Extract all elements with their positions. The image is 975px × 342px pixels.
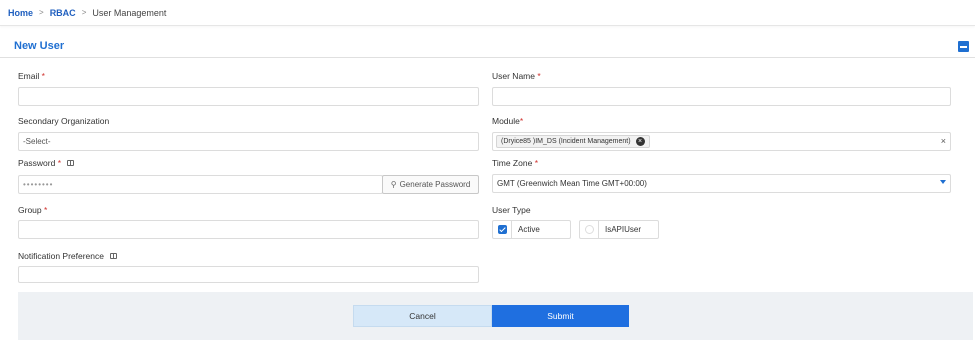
unchecked-circle-icon xyxy=(584,225,594,234)
new-user-page: Home > RBAC > User Management New User E… xyxy=(0,0,975,342)
checkbox-area[interactable] xyxy=(580,221,599,238)
page-title: New User xyxy=(14,40,65,52)
secondary-org-label: Secondary Organization xyxy=(18,116,109,126)
username-label-text: User Name xyxy=(492,71,535,81)
timezone-label: Time Zone * xyxy=(492,158,538,168)
isapiuser-label: IsAPIUser xyxy=(605,225,642,234)
breadcrumb-current: User Management xyxy=(92,7,167,18)
chevron-down-icon xyxy=(940,180,946,184)
required-marker: * xyxy=(534,158,538,168)
timezone-label-text: Time Zone xyxy=(492,158,533,168)
collapse-button[interactable] xyxy=(958,41,969,52)
password-label: Password * xyxy=(18,158,75,168)
minus-icon xyxy=(960,45,967,48)
notification-label: Notification Preference xyxy=(18,251,118,261)
generate-password-label: Generate Password xyxy=(399,180,471,189)
timezone-value: GMT (Greenwich Mean Time GMT+00:00) xyxy=(497,179,647,188)
required-marker: * xyxy=(44,205,48,215)
group-label: Group * xyxy=(18,205,47,215)
module-chip: (Dryice85 )IM_DS (Incident Management) × xyxy=(496,135,650,148)
required-marker: * xyxy=(57,158,62,168)
checkmark-icon xyxy=(497,225,507,234)
section-header: New User xyxy=(0,36,975,58)
notification-preference-field[interactable] xyxy=(18,266,479,283)
breadcrumb-rbac-link[interactable]: RBAC xyxy=(50,8,76,18)
username-field[interactable] xyxy=(492,87,951,106)
email-field[interactable] xyxy=(18,87,479,106)
user-type-label-text: User Type xyxy=(492,205,531,215)
username-label: User Name * xyxy=(492,71,541,81)
password-field[interactable]: •••••••• xyxy=(18,175,383,194)
info-icon[interactable] xyxy=(67,160,75,166)
module-multiselect[interactable]: (Dryice85 )IM_DS (Incident Management) ×… xyxy=(492,132,951,151)
key-icon: ⚲ xyxy=(390,180,397,189)
group-field[interactable] xyxy=(18,220,479,239)
active-checkbox[interactable]: Active xyxy=(492,220,571,239)
required-marker: * xyxy=(537,71,541,81)
clear-icon[interactable]: × xyxy=(941,136,946,146)
secondary-org-select[interactable]: -Select- xyxy=(18,132,479,151)
breadcrumb-home-link[interactable]: Home xyxy=(8,8,33,18)
generate-password-button[interactable]: ⚲ Generate Password xyxy=(382,175,479,194)
breadcrumb: Home > RBAC > User Management xyxy=(0,0,975,26)
secondary-org-label-text: Secondary Organization xyxy=(18,116,110,126)
email-label-text: Email xyxy=(18,71,40,81)
module-chip-label: (Dryice85 )IM_DS (Incident Management) xyxy=(501,138,631,145)
timezone-select[interactable]: GMT (Greenwich Mean Time GMT+00:00) xyxy=(492,174,951,193)
group-label-text: Group xyxy=(18,205,42,215)
required-marker: * xyxy=(41,71,45,81)
password-label-text: Password xyxy=(18,158,56,168)
module-label: Module* xyxy=(492,116,523,126)
isapiuser-checkbox[interactable]: IsAPIUser xyxy=(579,220,659,239)
email-label: Email * xyxy=(18,71,45,81)
submit-button[interactable]: Submit xyxy=(492,305,629,327)
chevron-right-icon: > xyxy=(39,8,44,17)
close-icon[interactable]: × xyxy=(635,137,645,146)
module-label-text: Module xyxy=(492,116,520,126)
checkbox-area[interactable] xyxy=(493,221,512,238)
chevron-right-icon: > xyxy=(81,8,87,17)
notification-label-text: Notification Preference xyxy=(18,251,104,261)
active-label: Active xyxy=(518,225,540,234)
user-type-label: User Type xyxy=(492,205,531,215)
info-icon[interactable] xyxy=(110,253,118,259)
required-marker: * xyxy=(519,116,524,126)
cancel-button[interactable]: Cancel xyxy=(353,305,492,327)
